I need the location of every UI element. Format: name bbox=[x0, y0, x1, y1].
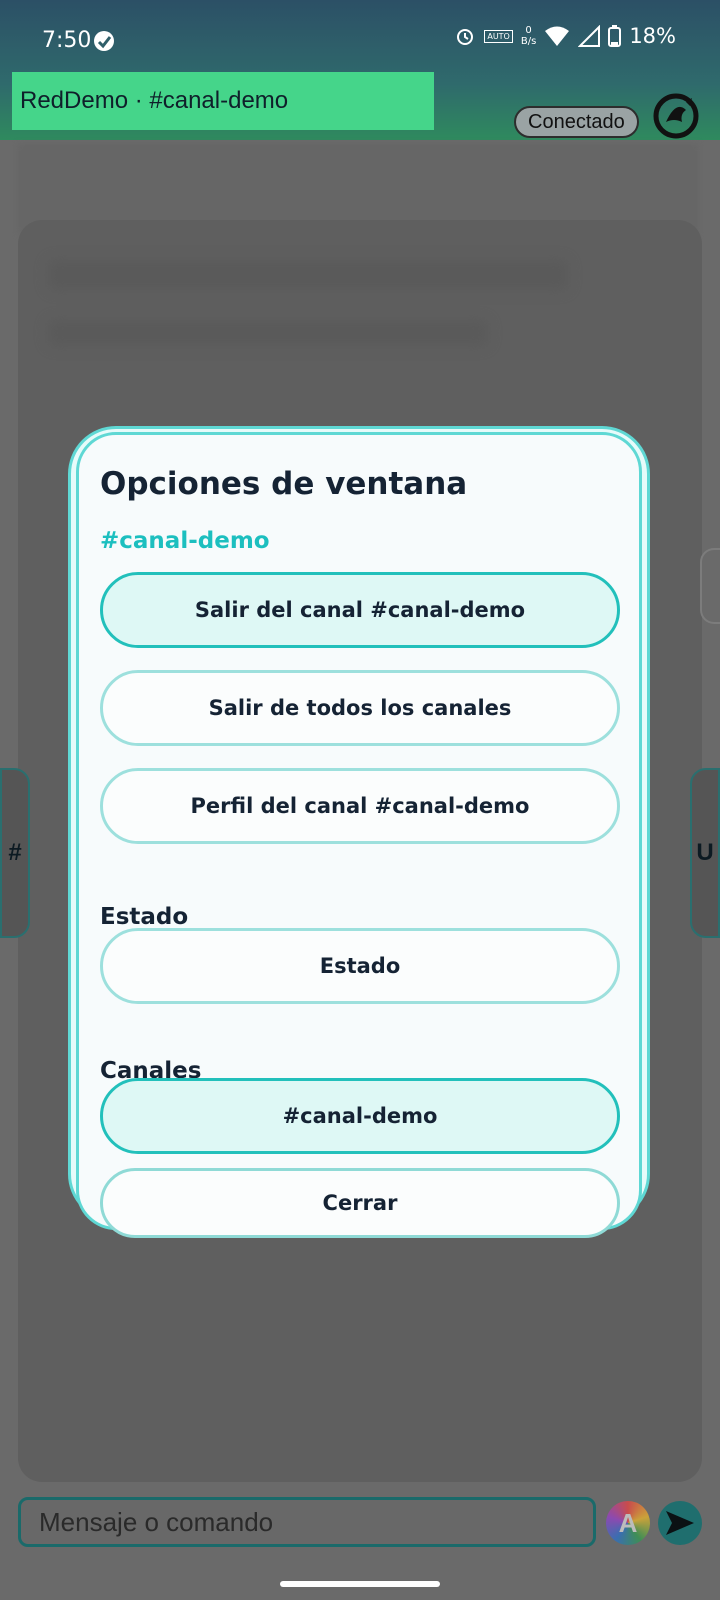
format-button[interactable]: A bbox=[606, 1501, 650, 1545]
send-icon bbox=[666, 1511, 694, 1535]
message-input[interactable]: Mensaje o comando bbox=[18, 1497, 596, 1547]
auto-brightness-icon: AUTO bbox=[484, 29, 513, 43]
battery-percentage: 18% bbox=[629, 24, 676, 48]
drawer-handle[interactable] bbox=[700, 548, 720, 624]
blurred-message bbox=[48, 320, 488, 346]
app-logo-icon[interactable] bbox=[652, 92, 700, 140]
alarm-icon bbox=[454, 25, 476, 47]
close-button[interactable]: Cerrar bbox=[100, 1168, 620, 1238]
users-drawer-tab[interactable]: U bbox=[690, 768, 720, 938]
cellular-signal-icon bbox=[578, 25, 601, 47]
blurred-message bbox=[48, 260, 568, 290]
network-speed: 0 B/s bbox=[520, 25, 537, 47]
leave-all-channels-button[interactable]: Salir de todos los canales bbox=[100, 670, 620, 746]
status-button[interactable]: Estado bbox=[100, 928, 620, 1004]
channel-profile-button[interactable]: Perfil del canal #canal-demo bbox=[100, 768, 620, 844]
send-button[interactable] bbox=[658, 1501, 702, 1545]
dialog-subtitle: #canal-demo bbox=[100, 528, 270, 554]
app-notification-icon bbox=[92, 29, 116, 53]
channels-drawer-tab[interactable]: # bbox=[0, 768, 30, 938]
dialog-title: Opciones de ventana bbox=[100, 466, 468, 502]
app-header: RedDemo · #canal-demo Conectado bbox=[0, 72, 720, 140]
connection-status-badge[interactable]: Conectado bbox=[514, 106, 639, 138]
leave-channel-button[interactable]: Salir del canal #canal-demo bbox=[100, 572, 620, 648]
channel-item[interactable]: #canal-demo bbox=[100, 1078, 620, 1154]
window-title[interactable]: RedDemo · #canal-demo bbox=[12, 72, 434, 130]
battery-icon bbox=[608, 25, 622, 47]
status-section-heading: Estado bbox=[100, 904, 189, 930]
home-indicator[interactable] bbox=[280, 1581, 440, 1587]
clock: 7:50 bbox=[42, 28, 92, 53]
wifi-icon bbox=[544, 25, 570, 47]
